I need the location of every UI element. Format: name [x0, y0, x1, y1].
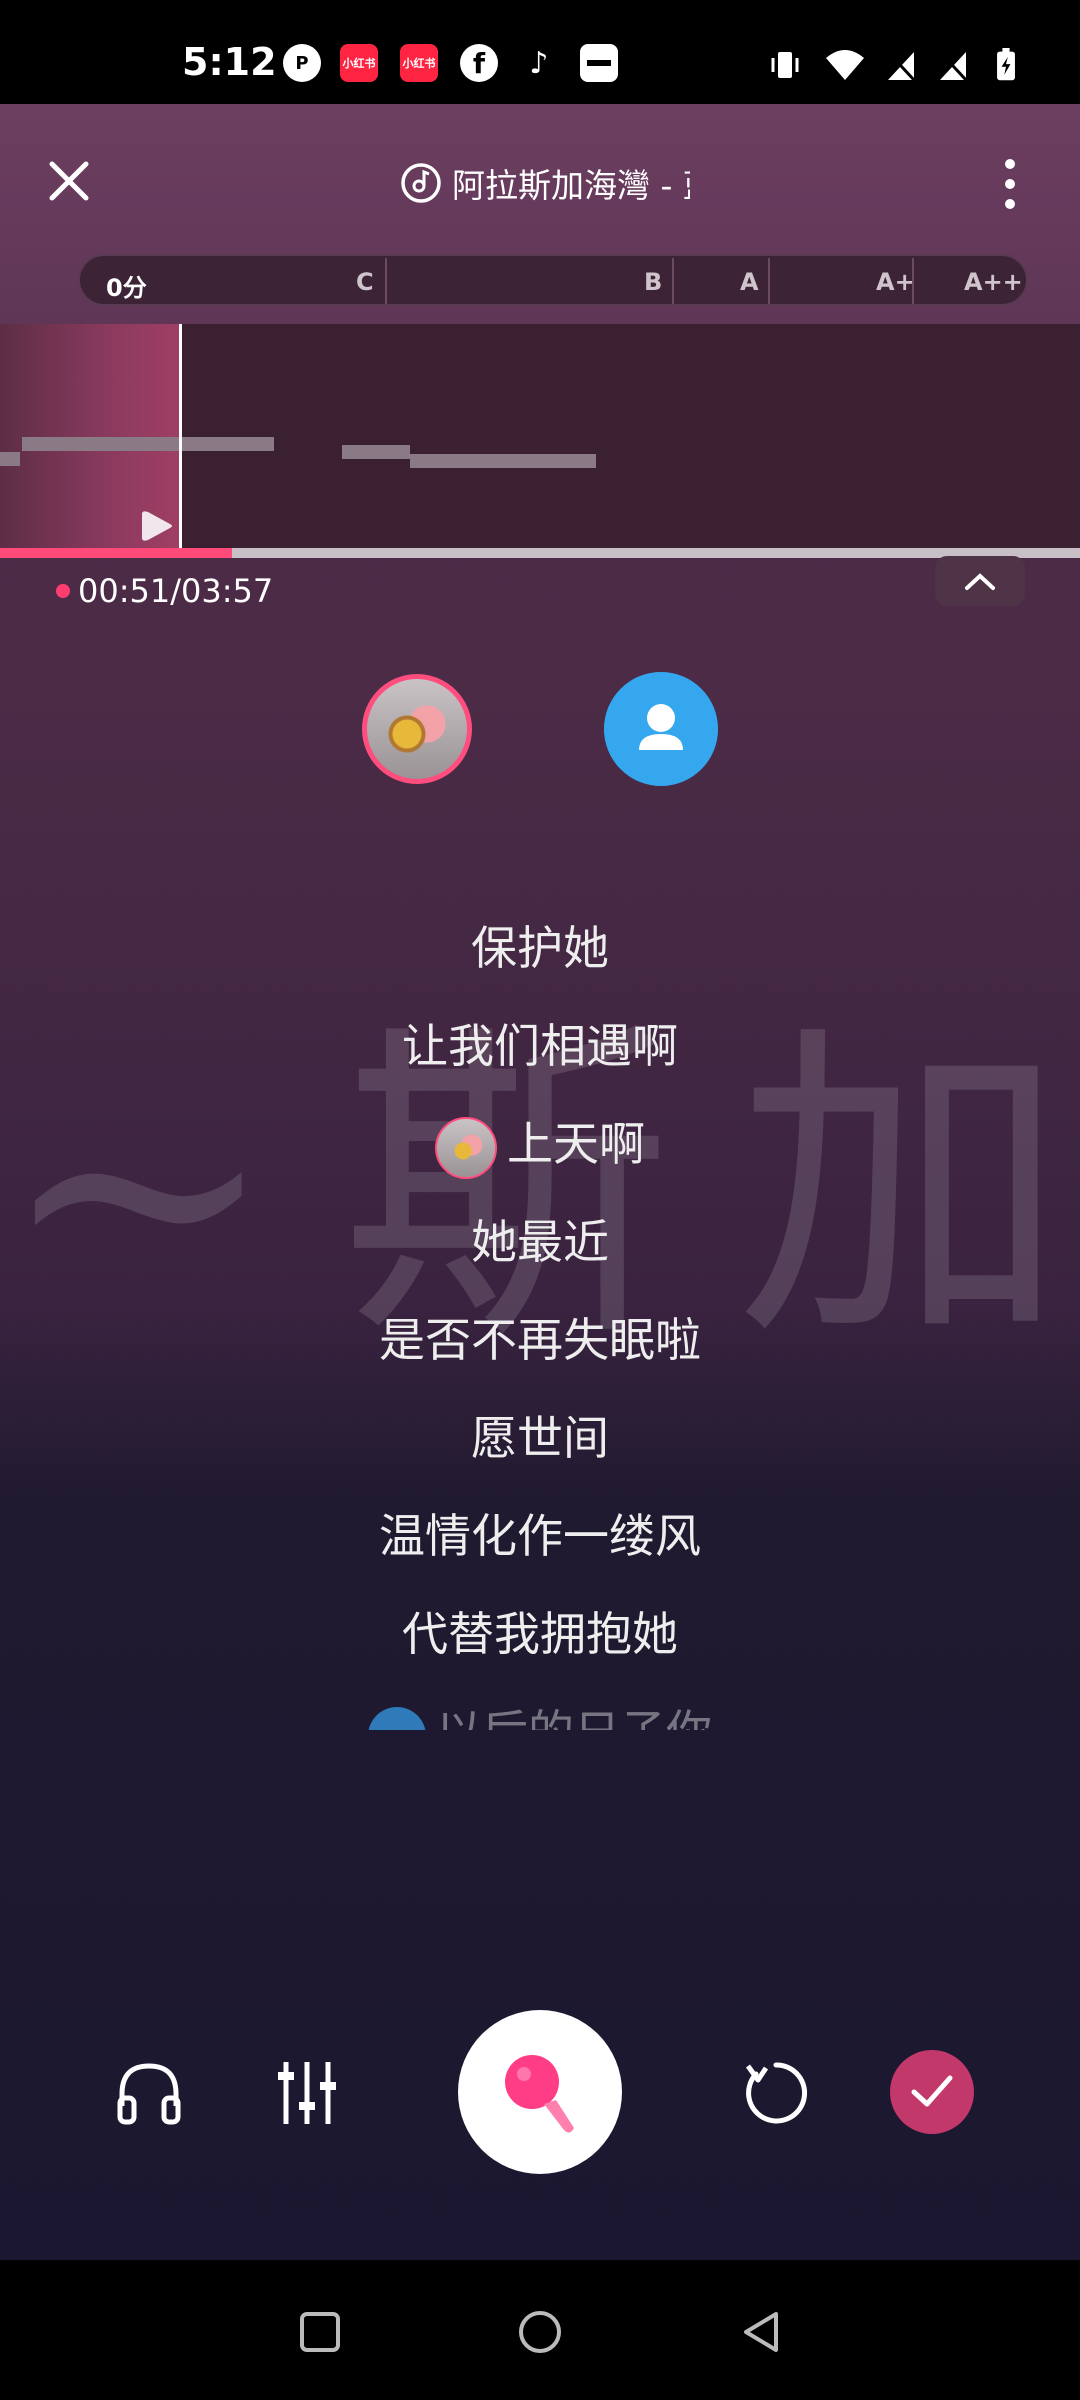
song-title: 阿拉斯加海灣 - 蓝	[452, 166, 690, 205]
lyric-line: 她最近	[471, 1215, 609, 1269]
lyrics-panel: · 保护她 让我们相遇啊 上天啊 她最近 是否不再失眠啦 愿世间 温情化作一缕风…	[0, 850, 1080, 1730]
more-vertical-icon[interactable]	[995, 155, 1025, 213]
status-time: 5:12	[182, 40, 277, 84]
grade-a-plus: A+	[876, 268, 915, 296]
close-icon[interactable]	[44, 156, 94, 206]
lyric-line: 让我们相遇啊	[402, 1019, 678, 1073]
recents-icon[interactable]	[298, 2310, 342, 2354]
done-button[interactable]	[890, 2050, 974, 2134]
vibrate-icon	[771, 52, 799, 78]
microphone-icon	[505, 2055, 574, 2133]
mixer-icon[interactable]	[272, 2058, 342, 2128]
singer-avatar[interactable]	[362, 674, 472, 784]
music-disc-icon	[401, 163, 441, 203]
facebook-icon: f	[460, 44, 498, 82]
playback-time: 00:51/03:57	[78, 572, 274, 610]
signal-icon	[888, 52, 916, 82]
chevron-up-icon[interactable]	[935, 556, 1025, 606]
record-button[interactable]	[458, 2010, 622, 2174]
pitch-note	[22, 437, 274, 451]
grade-a-plus-plus: A++	[964, 268, 1023, 296]
progress-fill	[0, 548, 232, 558]
headphones-icon[interactable]	[114, 2058, 184, 2128]
grade-divider	[768, 258, 770, 304]
pitch-note	[342, 445, 410, 459]
lyric-line-faded: ·	[0, 850, 1080, 858]
lyric-line: 代替我拥抱她	[402, 1607, 678, 1661]
grade-b: B	[644, 268, 663, 296]
check-icon	[911, 2075, 953, 2107]
grade-c: C	[356, 268, 374, 296]
wifi-icon	[826, 50, 864, 80]
singer-marker-avatar	[435, 1116, 497, 1179]
lyric-line: 是否不再失眠啦	[379, 1313, 701, 1367]
song-title-bar[interactable]: 阿拉斯加海灣 - 蓝	[400, 158, 690, 208]
lyric-line: 愿世间	[471, 1411, 609, 1465]
recording-dot	[56, 584, 70, 598]
signal-icon	[940, 52, 968, 82]
lyric-line: 保护她	[471, 921, 609, 975]
retry-icon[interactable]	[740, 2058, 810, 2128]
lyric-line-active: 上天啊	[0, 1108, 1080, 1179]
back-icon[interactable]	[738, 2308, 786, 2356]
p-icon: P	[283, 44, 321, 82]
grade-a: A	[740, 268, 759, 296]
time-readout: 00:51/03:57	[56, 572, 273, 610]
pitch-indicator-icon	[142, 511, 172, 541]
tiktok-icon: ♪	[529, 45, 549, 81]
xiaohongshu-icon: 小红书	[400, 44, 438, 82]
lyric-line-next: 以后的日子你	[0, 1696, 1080, 1730]
home-icon[interactable]	[516, 2308, 564, 2356]
pitch-note	[0, 452, 20, 466]
pitch-note	[410, 454, 596, 468]
pitch-cursor	[179, 324, 182, 548]
battery-charging-icon	[997, 48, 1015, 81]
partner-avatar[interactable]	[604, 672, 718, 786]
grade-divider	[912, 258, 914, 304]
grade-divider	[385, 258, 387, 304]
current-score: 0分	[106, 274, 147, 302]
lyric-line: 温情化作一缕风	[379, 1509, 701, 1563]
xiaohongshu-icon: 小红书	[340, 44, 378, 82]
grade-divider	[672, 258, 674, 304]
partner-marker-avatar	[368, 1706, 426, 1730]
wallet-icon	[580, 44, 618, 82]
